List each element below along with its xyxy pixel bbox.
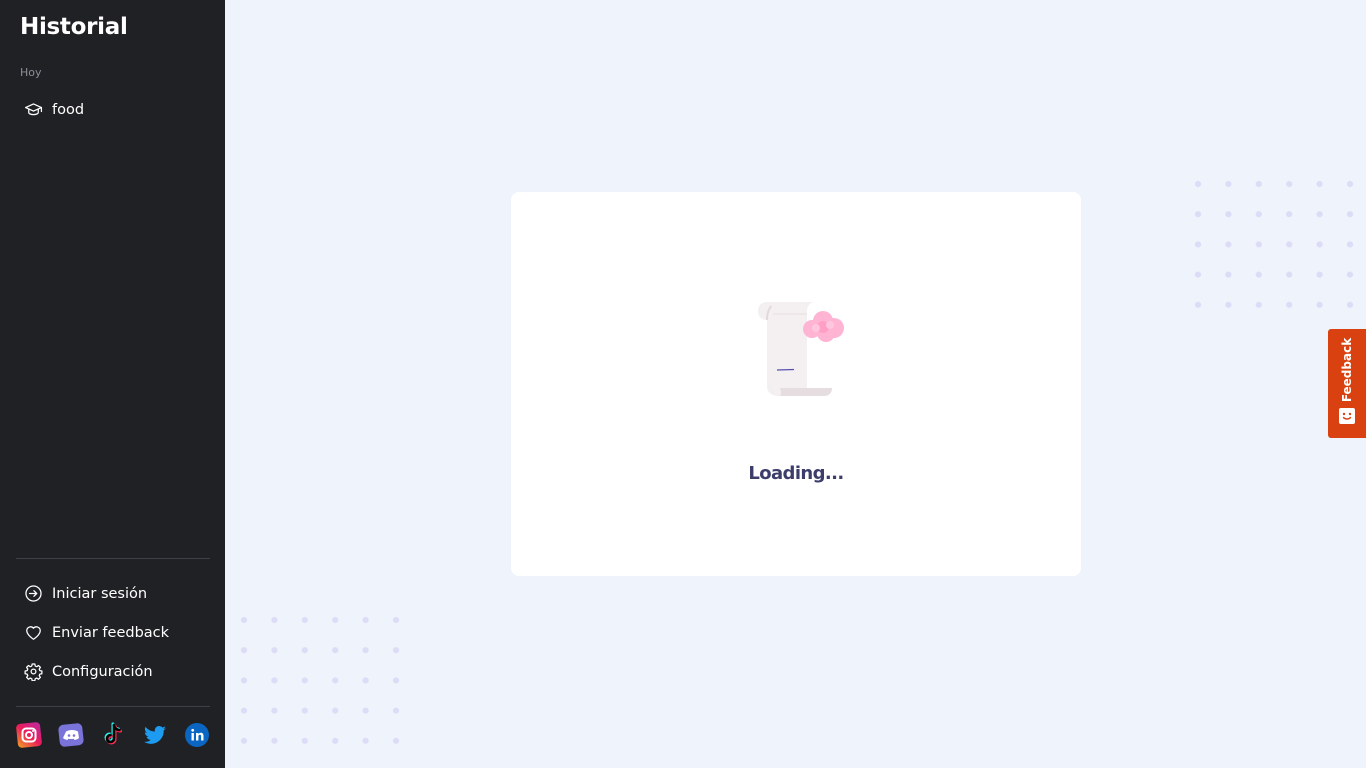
sidebar-title: Historial bbox=[20, 14, 128, 40]
loading-card: Loading... bbox=[511, 192, 1081, 576]
social-links bbox=[16, 722, 210, 748]
twitter-icon[interactable] bbox=[142, 722, 168, 748]
history-item-label: food bbox=[52, 101, 85, 118]
linkedin-icon[interactable] bbox=[184, 722, 210, 748]
send-feedback-button[interactable]: Enviar feedback bbox=[24, 623, 169, 642]
login-icon bbox=[24, 584, 43, 603]
sidebar-divider bbox=[16, 558, 210, 559]
dot-pattern-decoration bbox=[1190, 176, 1360, 311]
sidebar-divider bbox=[16, 706, 210, 707]
login-button[interactable]: Iniciar sesión bbox=[24, 584, 147, 603]
feedback-tab-label: Feedback bbox=[1340, 337, 1354, 403]
tiktok-icon[interactable] bbox=[100, 722, 126, 748]
dot-pattern-decoration bbox=[236, 612, 406, 747]
smiley-face-icon bbox=[1339, 408, 1355, 424]
login-label: Iniciar sesión bbox=[52, 585, 148, 602]
sidebar: Historial Hoy food Iniciar sesión Enviar… bbox=[0, 0, 225, 768]
loading-text: Loading... bbox=[748, 463, 844, 484]
discord-icon[interactable] bbox=[58, 722, 84, 748]
graduation-cap-icon bbox=[24, 100, 43, 119]
heart-icon bbox=[24, 623, 43, 642]
settings-label: Configuración bbox=[52, 663, 153, 680]
settings-button[interactable]: Configuración bbox=[24, 662, 153, 681]
chef-scroll-illustration bbox=[758, 302, 844, 396]
section-label-today: Hoy bbox=[20, 66, 42, 79]
feedback-tab-button[interactable]: Feedback bbox=[1328, 329, 1366, 438]
instagram-icon[interactable] bbox=[16, 722, 42, 748]
send-feedback-label: Enviar feedback bbox=[52, 624, 170, 641]
gear-icon bbox=[24, 662, 43, 681]
history-item-food[interactable]: food bbox=[24, 100, 84, 119]
